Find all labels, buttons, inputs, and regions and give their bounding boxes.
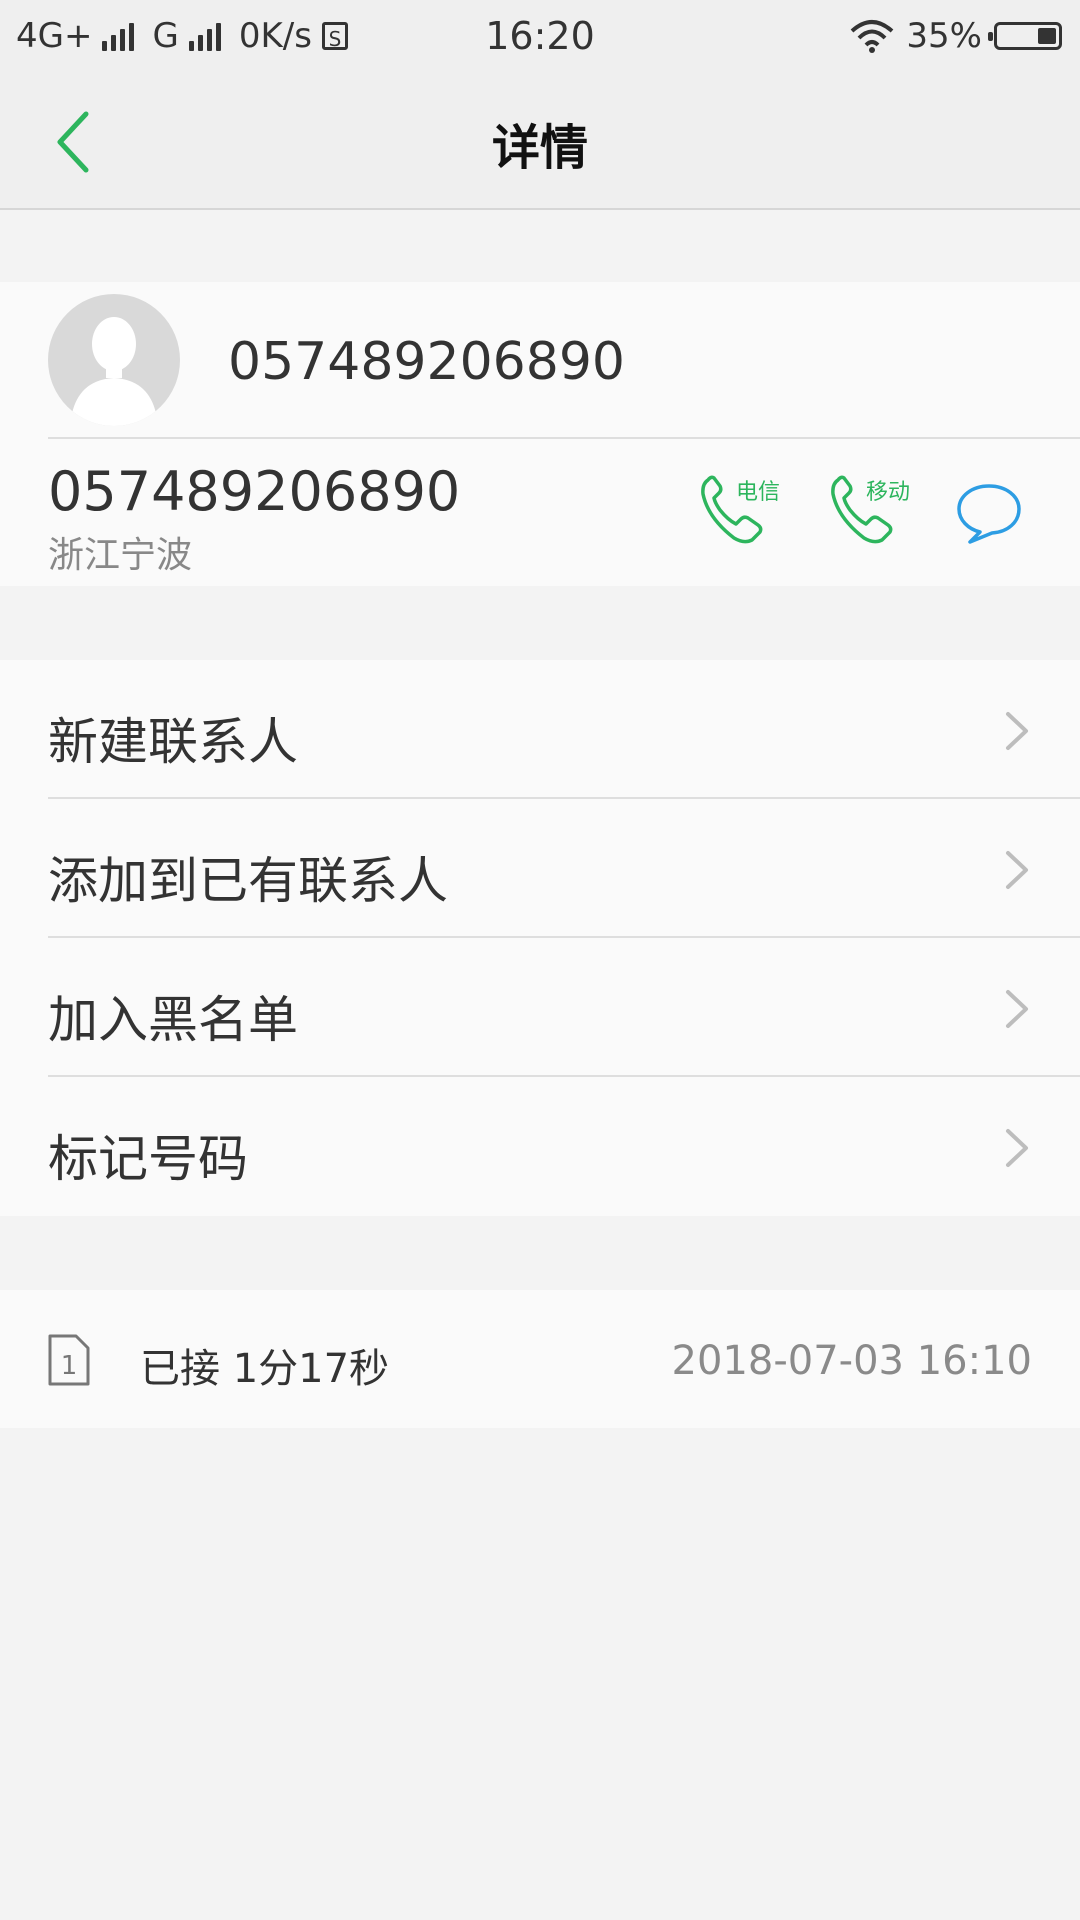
action-menu: 新建联系人 添加到已有联系人 加入黑名单 标记号码 [0,660,1080,1216]
call-telecom-button[interactable]: 电信 [698,474,794,546]
battery-icon [988,22,1062,50]
person-placeholder-icon [70,317,158,426]
menu-item-mark-number[interactable]: 标记号码 [0,1077,1080,1216]
chevron-right-icon [1006,712,1028,750]
menu-item-label: 标记号码 [48,1130,248,1188]
status-bar: 4G+ G 0K/s S 16:20 35% [0,0,1080,72]
page-title: 详情 [491,120,588,176]
call-telecom-label: 电信 [736,480,781,505]
menu-item-add-to-existing[interactable]: 添加到已有联系人 [0,799,1080,938]
number-location: 浙江宁波 [48,535,193,576]
status-right: 35% [850,16,1062,56]
call-status: 已接 1分17秒 [140,1346,390,1392]
chevron-right-icon [1006,851,1028,889]
chevron-right-icon [1006,1129,1028,1167]
contact-name: 057489206890 [228,332,626,392]
contact-card: 057489206890 057489206890 浙江宁波 电信 移动 [0,282,1080,586]
call-mobile-button[interactable]: 移动 [828,474,924,546]
menu-item-label: 添加到已有联系人 [48,852,448,910]
call-mobile-label: 移动 [866,480,911,505]
call-log-entry[interactable]: 1 已接 1分17秒 2018-07-03 16:10 [0,1290,1080,1428]
phone-number: 057489206890 [48,460,461,523]
sim-card-icon: 1 [48,1334,90,1386]
wifi-icon [851,20,894,53]
message-icon[interactable] [956,480,1022,546]
menu-item-label: 加入黑名单 [48,991,298,1049]
call-datetime: 2018-07-03 16:10 [671,1338,1032,1384]
menu-item-new-contact[interactable]: 新建联系人 [0,660,1080,799]
divider [48,437,1080,439]
menu-item-blacklist[interactable]: 加入黑名单 [0,938,1080,1077]
menu-item-label: 新建联系人 [48,713,298,771]
navigation-bar: 详情 [0,72,1080,210]
avatar[interactable] [48,294,180,426]
battery-percent: 35% [906,16,982,56]
sim-slot-number: 1 [61,1351,78,1381]
chevron-right-icon [1006,990,1028,1028]
